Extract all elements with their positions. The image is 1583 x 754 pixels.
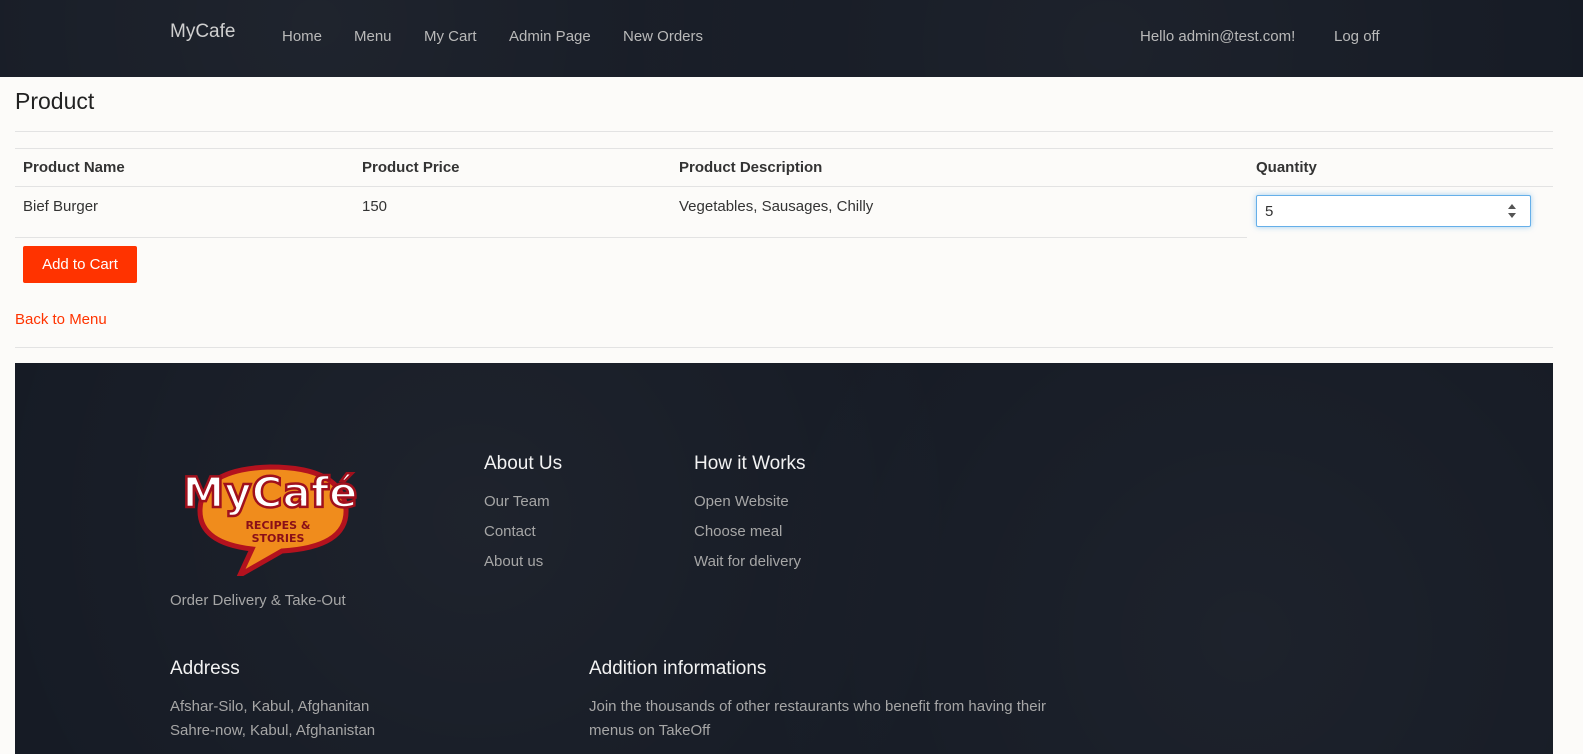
footer-link-our-team[interactable]: Our Team [484,493,550,510]
header-product-name: Product Name [23,159,125,176]
about-us-heading: About Us [484,453,563,474]
footer-link-contact[interactable]: Contact [484,523,536,540]
brand-link[interactable]: MyCafe [170,21,235,43]
nav-admin-page[interactable]: Admin Page [509,28,591,45]
add-to-cart-button[interactable]: Add to Cart [23,246,137,283]
cell-product-description: Vegetables, Sausages, Chilly [679,198,874,215]
header-product-price: Product Price [362,159,460,176]
how-it-works-heading: How it Works [694,453,806,474]
page-title: Product [15,88,95,114]
table-top-border [15,148,1553,149]
user-greeting[interactable]: Hello admin@test.com! [1140,28,1295,45]
address-line: Afshar-Silo, Kabul, Afghanitan [170,698,370,715]
header-quantity: Quantity [1256,159,1317,176]
divider [15,347,1553,348]
top-navbar: MyCafe Home Menu My Cart Admin Page New … [0,0,1583,77]
nav-home[interactable]: Home [282,28,322,45]
logoff-link[interactable]: Log off [1334,28,1380,45]
mycafe-logo: MyCafé RECIPES & STORIES [181,464,359,576]
header-product-description: Product Description [679,159,823,176]
divider [15,131,1553,132]
logo-title: MyCafé [182,468,357,517]
footer-link-choose-meal[interactable]: Choose meal [694,523,782,540]
footer: MyCafé RECIPES & STORIES Order Delivery … [15,363,1553,754]
table-row-border [15,237,1247,238]
quantity-stepper[interactable] [1503,200,1521,222]
logo-subtitle-line1: RECIPES & [245,519,310,532]
address-line: Sahre-now, Kabul, Afghanistan [170,722,376,739]
stepper-down-icon[interactable] [1508,213,1516,218]
footer-tagline: Order Delivery & Take-Out [170,592,346,609]
footer-link-about-us[interactable]: About us [484,553,543,570]
quantity-input[interactable] [1256,195,1531,227]
logo-subtitle-line2: STORIES [252,532,305,545]
back-to-menu-link[interactable]: Back to Menu [15,311,107,328]
cell-product-price: 150 [362,198,388,215]
nav-menu[interactable]: Menu [354,28,392,45]
address-heading: Address [170,658,240,679]
table-header-border [15,186,1553,187]
footer-link-wait-for-delivery[interactable]: Wait for delivery [694,553,801,570]
additional-info-text: Join the thousands of other restaurants … [589,698,1046,715]
nav-new-orders[interactable]: New Orders [623,28,703,45]
additional-info-heading: Addition informations [589,658,767,679]
additional-info-text: menus on TakeOff [589,722,711,739]
stepper-up-icon[interactable] [1508,204,1516,209]
footer-link-open-website[interactable]: Open Website [694,493,789,510]
nav-my-cart[interactable]: My Cart [424,28,477,45]
cell-product-name: Bief Burger [23,198,99,215]
